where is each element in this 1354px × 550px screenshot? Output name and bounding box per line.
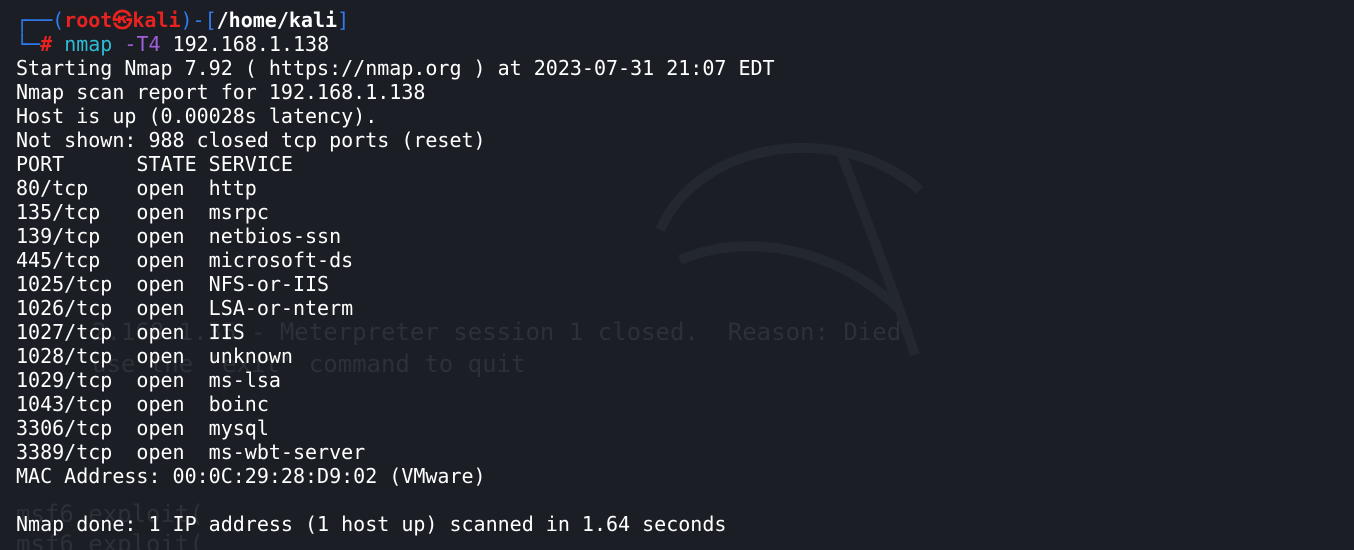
port-row: 135/tcp open msrpc [16, 200, 269, 224]
terminal-window[interactable]: 2.168.1.35 - Meterpreter session 1 close… [0, 0, 1354, 550]
port-row: 1025/tcp open NFS-or-IIS [16, 272, 330, 296]
port-row: 1043/tcp open boinc [16, 392, 269, 416]
output-start: Starting Nmap 7.92 ( https://nmap.org ) … [16, 56, 775, 80]
output-report: Nmap scan report for 192.168.1.138 [16, 80, 426, 104]
port-row: 3389/tcp open ms-wbt-server [16, 440, 366, 464]
port-row: 1026/tcp open LSA-or-nterm [16, 296, 354, 320]
port-row: 1027/tcp open IIS [16, 320, 245, 344]
prompt-close: ] [337, 8, 350, 32]
port-row: 139/tcp open netbios-ssn [16, 224, 342, 248]
port-table-header: PORT STATE SERVICE [16, 152, 293, 176]
prompt-symbol: # [40, 32, 53, 56]
prompt-at-symbol: ㉿ [112, 8, 133, 32]
prompt-corner-bottom: └─ [16, 32, 41, 56]
command-flag: -T4 [124, 32, 161, 56]
output-mac-address: MAC Address: 00:0C:29:28:D9:02 (VMware) [16, 464, 486, 488]
prompt-host: kali [132, 8, 181, 32]
port-row: 80/tcp open http [16, 176, 257, 200]
port-row: 445/tcp open microsoft-ds [16, 248, 354, 272]
port-row: 1028/tcp open unknown [16, 344, 293, 368]
command-name: nmap [64, 32, 113, 56]
prompt-separator: )-[ [180, 8, 217, 32]
prompt-user: root [64, 8, 113, 32]
port-row: 3306/tcp open mysql [16, 416, 269, 440]
prompt-cwd: /home/kali [216, 8, 338, 32]
output-done: Nmap done: 1 IP address (1 host up) scan… [16, 512, 727, 536]
prompt-line-1: ┌──(root㉿kali)-[/home/kali] [16, 8, 1354, 32]
output-not-shown: Not shown: 988 closed tcp ports (reset) [16, 128, 486, 152]
prompt-corner-top: ┌──( [16, 8, 65, 32]
output-host-up: Host is up (0.00028s latency). [16, 104, 378, 128]
terminal-content: ┌──(root㉿kali)-[/home/kali] └─# nmap -T4… [16, 8, 1354, 536]
command-target: 192.168.1.138 [172, 32, 330, 56]
prompt-line-2: └─# nmap -T4 192.168.1.138 [16, 32, 1354, 56]
port-row: 1029/tcp open ms-lsa [16, 368, 281, 392]
